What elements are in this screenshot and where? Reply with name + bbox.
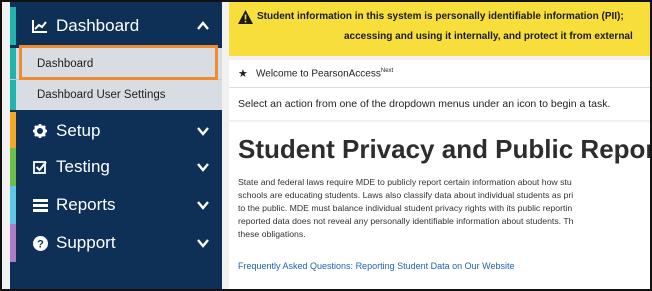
support-stripe	[10, 224, 16, 262]
checkbox-icon	[32, 159, 48, 175]
chevron-down-icon	[197, 163, 209, 172]
reports-icon	[32, 197, 48, 213]
highlight-annotation-box	[19, 45, 218, 80]
subitem-stripe	[10, 48, 16, 79]
chevron-down-icon	[197, 201, 209, 210]
sidebar-item-label: Reports	[56, 195, 116, 214]
banner-line-2: accessing and using it internally, and p…	[344, 31, 633, 42]
chevron-down-icon	[197, 239, 209, 248]
chevron-up-icon	[197, 21, 209, 30]
welcome-panel-header[interactable]: ★ Welcome to PearsonAccessNext	[229, 60, 650, 88]
sidebar-item-dashboard[interactable]: Dashboard	[10, 7, 222, 45]
paragraph-line: reported data does not reveal any person…	[238, 216, 574, 226]
testing-stripe	[10, 148, 16, 186]
banner-line-1: Student information in this system is pe…	[257, 11, 624, 22]
gear-icon	[32, 123, 48, 139]
paragraph-line: schools are educating students. Laws als…	[238, 190, 574, 200]
instruction-row: Select an action from one of the dropdow…	[229, 88, 650, 120]
sidebar-item-reports[interactable]: Reports	[10, 186, 222, 224]
warning-icon	[238, 10, 253, 24]
subitem-stripe	[10, 80, 16, 110]
dashboard-stripe	[10, 7, 16, 45]
dashboard-chart-icon	[32, 18, 48, 34]
svg-text:?: ?	[37, 238, 44, 250]
screenshot-frame: Dashboard Dashboard Dashboard User Setti…	[0, 0, 652, 291]
main-content: Student information in this system is pe…	[229, 2, 652, 289]
setup-stripe	[10, 112, 16, 150]
instruction-text: Select an action from one of the dropdow…	[238, 98, 611, 110]
sidebar-item-testing[interactable]: Testing	[10, 148, 222, 186]
page-title: Student Privacy and Public Reports	[238, 134, 652, 164]
sidebar-item-support[interactable]: ? Support	[10, 224, 222, 262]
sidebar-item-setup[interactable]: Setup	[10, 112, 222, 150]
sidebar-item-label: Testing	[56, 157, 110, 176]
faq-link[interactable]: Frequently Asked Questions: Reporting St…	[238, 261, 515, 271]
reports-stripe	[10, 186, 16, 224]
pii-warning-banner: Student information in this system is pe…	[229, 2, 650, 56]
chevron-down-icon	[197, 127, 209, 136]
sidebar-item-label: Setup	[56, 121, 101, 140]
sidebar-item-label: Support	[56, 233, 116, 252]
star-icon: ★	[238, 68, 248, 80]
sidebar-subitem-dashboard-user-settings[interactable]: Dashboard User Settings	[10, 79, 222, 110]
welcome-text: Welcome to PearsonAccessNext	[256, 68, 394, 80]
paragraph-line: these obligations.	[238, 229, 306, 239]
sidebar-item-label: Dashboard	[56, 16, 140, 35]
sidebar-subitem-label: Dashboard User Settings	[37, 89, 166, 101]
help-icon: ?	[32, 235, 48, 251]
paragraph-line: to the public. MDE must balance individu…	[238, 203, 573, 213]
paragraph-line: State and federal laws require MDE to pu…	[238, 177, 572, 187]
privacy-content-panel: Student Privacy and Public Reports State…	[229, 122, 652, 289]
